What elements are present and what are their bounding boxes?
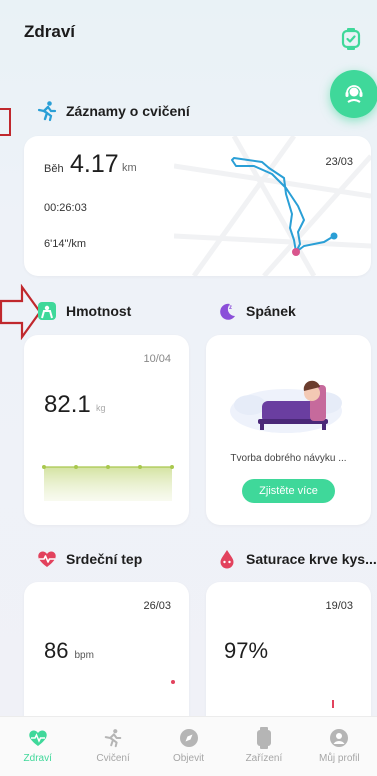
exercise-record-card[interactable]: Běh 4.17 km 23/03 00:26:03 6'14"/km — [24, 136, 371, 276]
heart-rate-date: 26/03 — [143, 600, 171, 612]
weight-section-title: Hmotnost — [66, 303, 132, 319]
weight-unit: kg — [96, 403, 106, 413]
heart-rate-section-title: Srdeční tep — [66, 551, 143, 567]
exercise-section-title: Záznamy o cvičení — [66, 103, 190, 119]
sleep-card[interactable]: Tvorba dobrého návyku ... Zjistěte více — [206, 335, 371, 525]
support-agent-icon — [345, 85, 363, 103]
nav-tab-device[interactable]: Zařízení — [226, 717, 301, 776]
spo2-card[interactable]: 19/03 97% — [206, 582, 371, 732]
nav-tab-discover[interactable]: Objevit — [151, 717, 226, 776]
compass-icon — [178, 727, 200, 749]
sleep-description: Tvorba dobrého návyku ... — [230, 453, 347, 464]
spo2-chart-bar — [332, 700, 334, 708]
heart-rate-value: 86 — [44, 638, 69, 663]
watch-icon — [253, 727, 275, 749]
user-icon — [328, 727, 350, 749]
learn-more-button[interactable]: Zjistěte více — [242, 479, 335, 503]
scale-icon — [36, 300, 58, 322]
sleeping-person-illustration — [230, 380, 342, 433]
exercise-date: 23/03 — [325, 156, 353, 168]
route-start-marker — [292, 248, 300, 256]
heart-rate-unit: bpm — [74, 650, 94, 661]
customer-service-button[interactable] — [330, 70, 377, 118]
blood-drop-icon — [216, 548, 238, 570]
exercise-duration: 00:26:03 — [44, 202, 87, 214]
exercise-type: Běh — [44, 163, 64, 175]
sleep-section-header[interactable]: z Spánek — [216, 300, 296, 322]
nav-tab-exercise[interactable]: Cvičení — [75, 717, 150, 776]
exercise-distance: 4.17 — [70, 150, 119, 178]
spo2-section-header[interactable]: Saturace krve kys... — [216, 548, 377, 570]
nav-tab-exercise-label: Cvičení — [96, 753, 130, 764]
svg-text:z: z — [229, 305, 232, 311]
nav-tab-health-label: Zdraví — [23, 753, 52, 764]
heart-rate-chart-point — [171, 680, 175, 684]
heart-icon — [27, 727, 49, 749]
exercise-distance-unit: km — [122, 162, 137, 174]
page-title: Zdraví — [24, 22, 76, 41]
heart-rate-reading: 86 bpm — [44, 638, 94, 664]
heart-rate-card[interactable]: 26/03 86 bpm — [24, 582, 189, 732]
watch-button[interactable] — [340, 27, 362, 51]
heart-pulse-icon — [36, 548, 58, 570]
nav-tab-health[interactable]: Zdraví — [0, 717, 75, 776]
exercise-pace: 6'14"/km — [44, 238, 87, 250]
weight-date: 10/04 — [143, 353, 171, 365]
nav-tab-profile-label: Můj profil — [319, 753, 360, 764]
weight-trend-chart — [42, 465, 174, 501]
route-end-marker — [330, 232, 338, 240]
weight-section-header[interactable]: Hmotnost — [36, 300, 131, 322]
nav-tab-profile[interactable]: Můj profil — [302, 717, 377, 776]
spo2-section-title: Saturace krve kys... — [246, 551, 377, 567]
weight-value: 82.1 — [44, 391, 91, 418]
spo2-date: 19/03 — [325, 600, 353, 612]
exercise-section-header[interactable]: Záznamy o cvičení — [36, 100, 190, 122]
spo2-value: 97% — [224, 638, 269, 663]
runner-icon — [36, 100, 58, 122]
nav-tab-discover-label: Objevit — [172, 753, 205, 764]
nav-tab-device-label: Zařízení — [245, 753, 283, 764]
annotation-bracket — [0, 108, 11, 136]
watch-check-icon — [341, 28, 361, 50]
heart-rate-section-header[interactable]: Srdeční tep — [36, 548, 142, 570]
runner-icon — [102, 727, 124, 749]
moon-icon: z — [216, 300, 238, 322]
weight-card[interactable]: 10/04 82.1 kg — [24, 335, 189, 525]
bottom-navigation: Zdraví Cvičení Objevit Zařízení Můj prof… — [0, 716, 377, 776]
sleep-section-title: Spánek — [246, 303, 296, 319]
